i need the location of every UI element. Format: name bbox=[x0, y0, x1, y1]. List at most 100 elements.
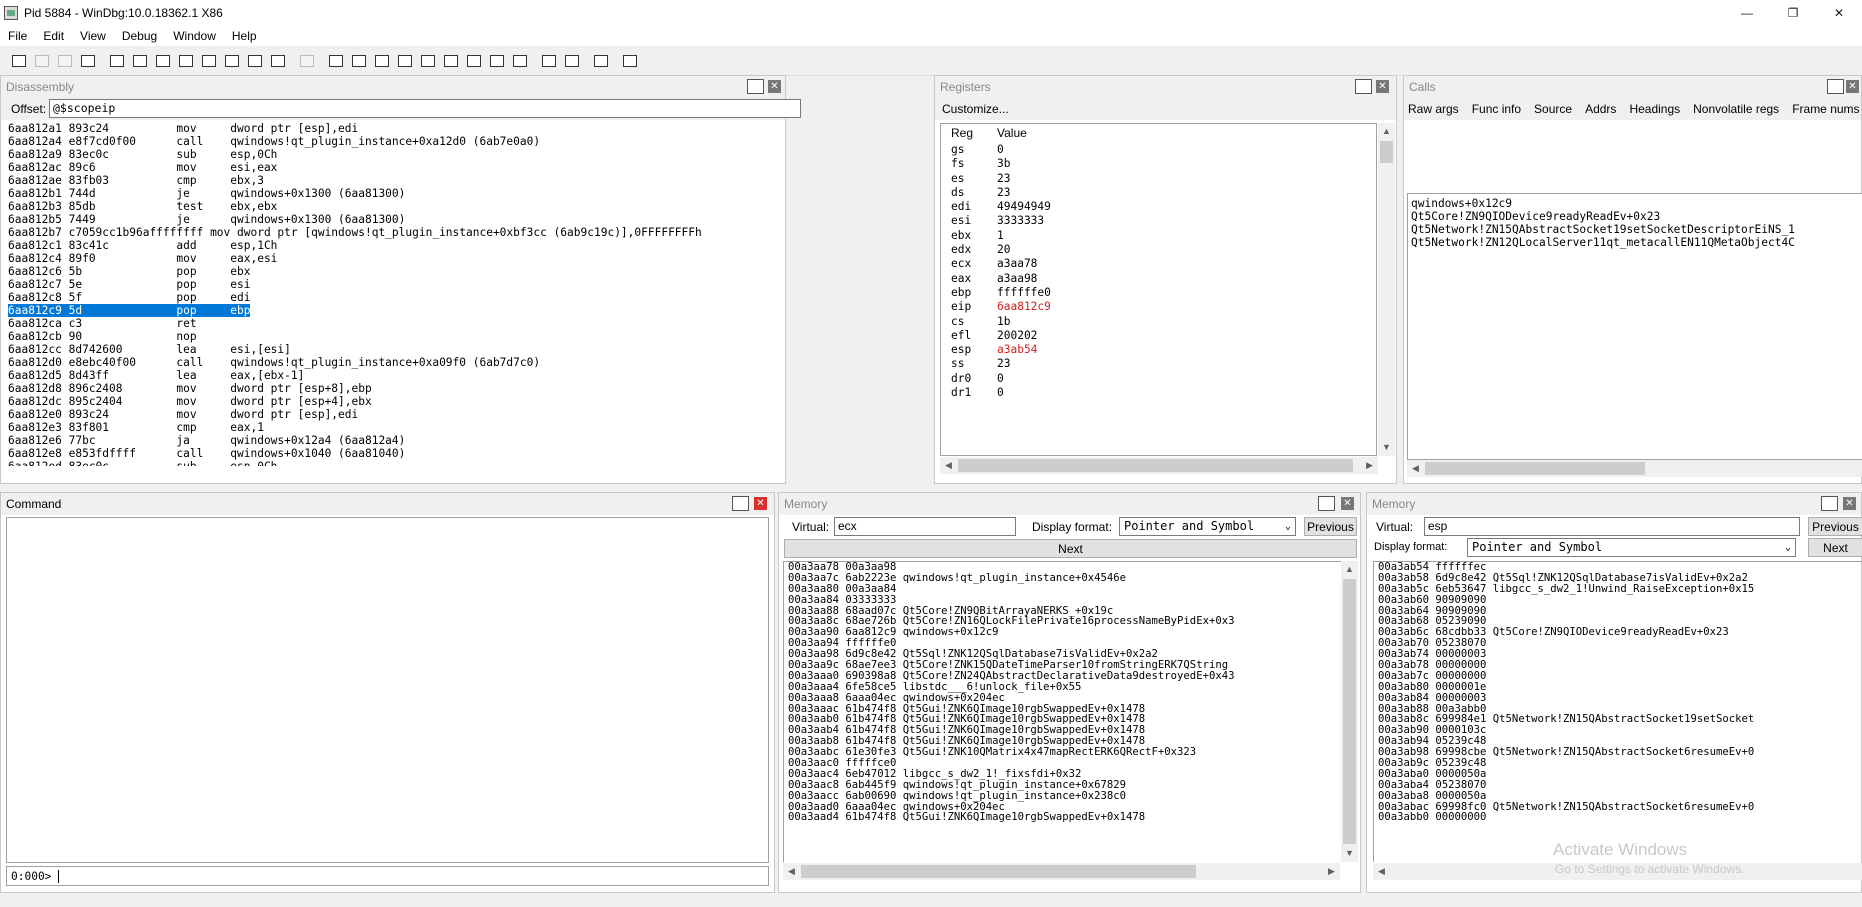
register-row-es[interactable]: es 23 bbox=[941, 172, 1376, 186]
open-icon[interactable] bbox=[8, 51, 30, 71]
register-value[interactable]: 20 bbox=[997, 243, 1010, 257]
scroll-right-icon[interactable]: ▶ bbox=[1323, 863, 1340, 880]
paste-icon[interactable] bbox=[77, 51, 99, 71]
copy-icon[interactable] bbox=[54, 51, 76, 71]
close-window-button[interactable]: ✕ bbox=[1816, 0, 1862, 26]
register-value[interactable]: 0 bbox=[997, 143, 1004, 157]
memory-line[interactable]: 00a3aba8 0000050a bbox=[1374, 790, 1862, 802]
offset-input[interactable]: @$scopeip bbox=[49, 99, 801, 118]
register-value[interactable]: ffffffe0 bbox=[997, 286, 1051, 300]
register-row-efl[interactable]: efl 200202 bbox=[941, 329, 1376, 343]
registers-icon[interactable] bbox=[394, 51, 416, 71]
register-row-eax[interactable]: eax a3aa98 bbox=[941, 272, 1376, 286]
scroll-thumb[interactable] bbox=[1425, 462, 1645, 475]
go-icon[interactable] bbox=[106, 51, 128, 71]
register-value[interactable]: 23 bbox=[997, 186, 1010, 200]
register-value[interactable]: a3aa78 bbox=[997, 257, 1037, 271]
memory-next-button[interactable]: Next bbox=[1808, 538, 1862, 557]
scroll-up-icon[interactable]: ▲ bbox=[1378, 123, 1395, 140]
register-value[interactable]: a3aa98 bbox=[997, 272, 1037, 286]
scroll-left-icon[interactable]: ◀ bbox=[940, 457, 957, 474]
register-value[interactable]: 0 bbox=[997, 386, 1004, 400]
calls-option-headings[interactable]: Headings bbox=[1629, 102, 1680, 116]
call-stack-icon[interactable] bbox=[440, 51, 462, 71]
disassembly-line[interactable]: 6aa812e6 77bc ja qwindows+0x12a4 (6aa812… bbox=[1, 434, 769, 447]
register-value[interactable]: 23 bbox=[997, 357, 1010, 371]
disassembly-line[interactable]: 6aa812ae 83fb03 cmp ebx,3 bbox=[1, 174, 769, 187]
reg-column-header[interactable]: Reg bbox=[941, 124, 997, 143]
menu-view[interactable]: View bbox=[72, 29, 114, 43]
disassembly-line[interactable]: 6aa812e8 e853fdffff call qwindows+0x1040… bbox=[1, 447, 769, 460]
disassembly-line[interactable]: 6aa812e3 83f801 cmp eax,1 bbox=[1, 421, 769, 434]
disassembly-line[interactable]: 6aa812b1 744d je qwindows+0x1300 (6aa813… bbox=[1, 187, 769, 200]
disassembly-line[interactable]: 6aa812d0 e8ebc40f00 call qwindows!qt_plu… bbox=[1, 356, 769, 369]
disassembly-line[interactable]: 6aa812c1 83c41c add esp,1Ch bbox=[1, 239, 769, 252]
memory-line[interactable]: 00a3ab60 90909090 bbox=[1374, 594, 1862, 606]
memory-line[interactable]: 00a3abb0 00000000 bbox=[1374, 812, 1862, 823]
break-icon[interactable] bbox=[175, 51, 197, 71]
scroll-thumb[interactable] bbox=[1380, 141, 1393, 163]
disassembly-line[interactable]: 6aa812cb 90 nop bbox=[1, 330, 769, 343]
scroll-thumb[interactable] bbox=[958, 459, 1353, 472]
register-value[interactable]: 23 bbox=[997, 172, 1010, 186]
calls-menu-icon[interactable] bbox=[1827, 79, 1844, 94]
memory-next-button[interactable]: Next bbox=[784, 539, 1357, 558]
register-row-ecx[interactable]: ecx a3aa78 bbox=[941, 257, 1376, 271]
register-row-ss[interactable]: ss 23 bbox=[941, 357, 1376, 371]
register-row-edi[interactable]: edi 49494949 bbox=[941, 200, 1376, 214]
scroll-down-icon[interactable]: ▼ bbox=[1341, 845, 1358, 862]
value-column-header[interactable]: Value bbox=[997, 124, 1027, 143]
disassembly-line[interactable]: 6aa812e0 893c24 mov dword ptr [esp],edi bbox=[1, 408, 769, 421]
disassembly-menu-icon[interactable] bbox=[747, 79, 764, 94]
minimize-button[interactable]: — bbox=[1724, 0, 1770, 26]
display-format-select[interactable]: Pointer and Symbol ⌄ bbox=[1467, 538, 1796, 557]
disassembly-line[interactable]: 6aa812cc 8d742600 lea esi,[esi] bbox=[1, 343, 769, 356]
cut-icon[interactable] bbox=[31, 51, 53, 71]
register-value[interactable]: 0 bbox=[997, 372, 1004, 386]
step-into-icon[interactable] bbox=[198, 51, 220, 71]
disassembly-line[interactable]: 6aa812a1 893c24 mov dword ptr [esp],edi bbox=[1, 122, 769, 135]
hex-icon[interactable] bbox=[561, 51, 583, 71]
disassembly-vscroll[interactable] bbox=[768, 122, 785, 466]
disassembly-line[interactable]: 6aa812b5 7449 je qwindows+0x1300 (6aa813… bbox=[1, 213, 769, 226]
processes-icon[interactable] bbox=[509, 51, 531, 71]
register-value[interactable]: 200202 bbox=[997, 329, 1037, 343]
register-value[interactable]: 3b bbox=[997, 157, 1010, 171]
memory-previous-button[interactable]: Previous bbox=[1304, 517, 1357, 536]
scroll-left-icon[interactable]: ◀ bbox=[1373, 863, 1390, 880]
memory-icon[interactable] bbox=[417, 51, 439, 71]
calls-option-raw-args[interactable]: Raw args bbox=[1408, 102, 1459, 116]
register-value[interactable]: 1 bbox=[997, 229, 1004, 243]
memory-line[interactable]: 00a3aaa8 6aaa04ec qwindows+0x204ec bbox=[784, 692, 1341, 704]
hand-icon[interactable] bbox=[296, 51, 318, 71]
register-row-dr0[interactable]: dr0 0 bbox=[941, 372, 1376, 386]
virtual-address-input[interactable]: ecx bbox=[834, 517, 1016, 536]
menu-help[interactable]: Help bbox=[224, 29, 265, 43]
memory-previous-button[interactable]: Previous bbox=[1808, 517, 1862, 536]
step-out-icon[interactable] bbox=[244, 51, 266, 71]
register-row-gs[interactable]: gs 0 bbox=[941, 143, 1376, 157]
memory-line[interactable]: 00a3aacc 6ab00690 qwindows!qt_plugin_ins… bbox=[784, 790, 1341, 802]
call-stack-frame[interactable]: qwindows+0x12c9 bbox=[1411, 197, 1862, 210]
disassembly-line[interactable]: 6aa812dc 895c2404 mov dword ptr [esp+4],… bbox=[1, 395, 769, 408]
disassembly-line[interactable]: 6aa812c8 5f pop edi bbox=[1, 291, 769, 304]
register-value[interactable]: 1b bbox=[997, 315, 1010, 329]
call-stack-frame[interactable]: Qt5Network!ZN12QLocalServer11qt_metacall… bbox=[1411, 236, 1862, 249]
command-output[interactable] bbox=[6, 517, 769, 863]
register-row-edx[interactable]: edx 20 bbox=[941, 243, 1376, 257]
menu-file[interactable]: File bbox=[0, 29, 35, 43]
register-row-eip[interactable]: eip 6aa812c9 bbox=[941, 300, 1376, 314]
register-row-ebx[interactable]: ebx 1 bbox=[941, 229, 1376, 243]
scroll-thumb[interactable] bbox=[801, 865, 1196, 878]
command-close-icon[interactable]: ✕ bbox=[754, 497, 767, 510]
options-icon[interactable] bbox=[619, 51, 641, 71]
step-over-icon[interactable] bbox=[221, 51, 243, 71]
calls-option-nonvolatile-regs[interactable]: Nonvolatile regs bbox=[1693, 102, 1779, 116]
display-format-select[interactable]: Pointer and Symbol ⌄ bbox=[1119, 517, 1296, 536]
restart-icon[interactable] bbox=[129, 51, 151, 71]
memory1-close-icon[interactable]: ✕ bbox=[1341, 497, 1354, 510]
memory-line[interactable]: 00a3aa84 03333333 bbox=[784, 594, 1341, 606]
calls-hscroll[interactable]: ◀ bbox=[1407, 460, 1862, 477]
disassembly-line[interactable]: 6aa812d5 8d43ff lea eax,[ebx-1] bbox=[1, 369, 769, 382]
stop-icon[interactable] bbox=[152, 51, 174, 71]
